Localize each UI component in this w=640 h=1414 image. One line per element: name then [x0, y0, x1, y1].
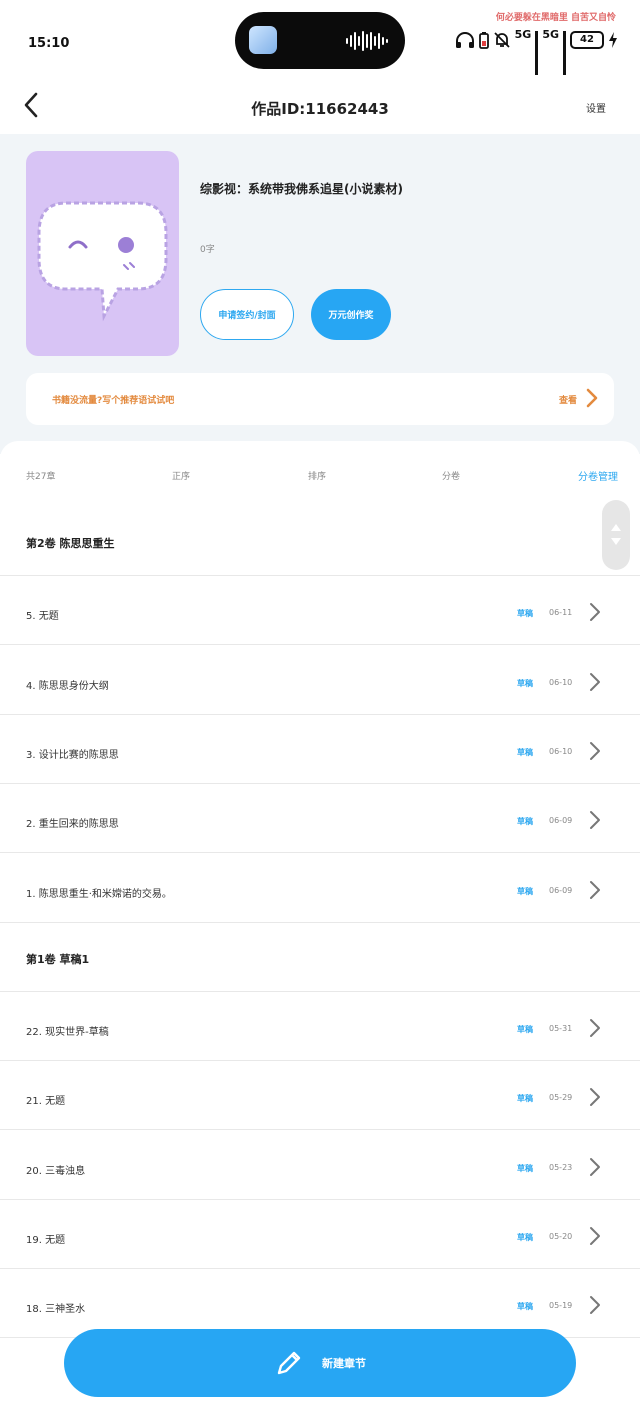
- chapter-row[interactable]: 2. 重生回来的陈思思 草稿 06-09: [0, 784, 640, 854]
- headphones-icon: [455, 32, 474, 48]
- page-title: 作品ID:11662443: [251, 100, 389, 118]
- chevron-right-icon: [586, 388, 598, 408]
- list-toolbar: 共27章 正序 排序 分卷 分卷管理: [0, 441, 640, 507]
- charging-icon: [609, 32, 617, 48]
- chapter-title: 18. 三神圣水: [26, 1304, 86, 1316]
- status-badge: 草稿: [517, 817, 533, 827]
- book-title: 综影视：系统带我佛系追星(小说素材): [200, 182, 403, 196]
- status-badge: 草稿: [517, 747, 533, 757]
- sort-button[interactable]: 排序: [308, 469, 326, 482]
- battery-icon: 42: [570, 31, 604, 49]
- chapter-title: 20. 三毒浊息: [26, 1165, 86, 1177]
- chapter-date: 06-11: [549, 608, 573, 618]
- status-badge: 草稿: [517, 1302, 533, 1312]
- settings-button[interactable]: 设置: [586, 100, 606, 115]
- chapter-date: 05-23: [549, 1162, 573, 1172]
- nav-header: 作品ID:11662443 设置: [0, 80, 640, 134]
- chapter-row[interactable]: 21. 无题 草稿 05-29: [0, 1061, 640, 1131]
- chapter-date: 06-10: [549, 677, 573, 687]
- chapter-count: 共27章: [26, 472, 56, 482]
- chevron-right-icon: [590, 603, 600, 622]
- status-badge: 草稿: [517, 1025, 533, 1035]
- status-time: 15:10: [28, 36, 70, 51]
- audio-wave-icon: [346, 31, 388, 51]
- status-badge: 草稿: [517, 1163, 533, 1173]
- dynamic-island[interactable]: [235, 12, 405, 69]
- status-badge: 草稿: [517, 1094, 533, 1104]
- creation-award-button[interactable]: 万元创作奖: [311, 289, 391, 340]
- promo-view-link[interactable]: 查看: [559, 393, 577, 406]
- status-badge: 草稿: [517, 1233, 533, 1242]
- new-chapter-label: 新建章节: [322, 1357, 366, 1370]
- chapter-row[interactable]: 22. 现实世界-草稿 草稿 05-31: [0, 992, 640, 1062]
- chapter-title: 19. 无题: [26, 1235, 66, 1246]
- chapter-row[interactable]: 3. 设计比赛的陈思思 草稿 06-10: [0, 715, 640, 784]
- signal-icon: [535, 31, 539, 75]
- network-5g-label: 5G: [514, 28, 532, 41]
- split-volume-button[interactable]: 分卷: [442, 469, 460, 482]
- chapter-date: 06-10: [549, 746, 573, 756]
- chapter-title: 4. 陈思思身份大纲: [26, 680, 109, 692]
- chevron-right-icon: [590, 1157, 600, 1176]
- new-chapter-button[interactable]: 新建章节: [64, 1329, 576, 1397]
- battery-saver-icon: [478, 32, 489, 49]
- chapter-date: 05-20: [549, 1232, 573, 1241]
- volume-manage-button[interactable]: 分卷管理: [578, 468, 618, 483]
- chapter-date: 05-29: [549, 1093, 573, 1103]
- chapter-row[interactable]: 20. 三毒浊息 草稿 05-23: [0, 1131, 640, 1200]
- status-bar: 15:10 何必要躲在黑暗里 自苦又自怜 5G 5G 42: [0, 0, 640, 80]
- order-toggle[interactable]: 正序: [172, 469, 190, 482]
- chapter-title: 3. 设计比赛的陈思思: [26, 749, 119, 761]
- book-info-panel: 综影视：系统带我佛系追星(小说素材) 0字 申请签约/封面 万元创作奖 书籍没流…: [0, 134, 640, 454]
- chapter-row[interactable]: 1. 陈思思重生·和米嫦诺的交易。 草稿 06-09: [0, 854, 640, 923]
- chevron-right-icon: [590, 811, 600, 830]
- chevron-right-icon: [590, 741, 600, 760]
- chapter-title: 1. 陈思思重生·和米嫦诺的交易。: [26, 888, 172, 900]
- book-cover-image[interactable]: [26, 151, 179, 356]
- music-app-icon: [249, 26, 277, 54]
- chapter-row[interactable]: 5. 无题 草稿 06-11: [0, 576, 640, 646]
- chapter-date: 05-31: [549, 1024, 573, 1034]
- chapter-title: 5. 无题: [26, 611, 59, 623]
- bell-muted-icon: [493, 32, 510, 48]
- chapter-date: 05-19: [549, 1301, 573, 1311]
- chapter-row[interactable]: 4. 陈思思身份大纲 草稿 06-10: [0, 646, 640, 715]
- signal-icon: [563, 31, 566, 75]
- chapter-row[interactable]: 18. 三神圣水 草稿 05-19: [0, 1269, 640, 1339]
- chapter-title: 21. 无题: [26, 1096, 66, 1108]
- volume-header[interactable]: 第2卷 陈思思重生: [0, 507, 640, 576]
- chapter-title: 22. 现实世界-草稿: [26, 1027, 109, 1039]
- promo-banner[interactable]: 书籍没流量?写个推荐语试试吧 查看: [26, 373, 614, 425]
- chevron-right-icon: [590, 1227, 600, 1245]
- pencil-icon: [277, 1351, 301, 1375]
- chapter-date: 06-09: [549, 816, 573, 826]
- status-icons: 5G 5G 42: [455, 28, 618, 75]
- chapter-list-panel: 共27章 正序 排序 分卷 分卷管理 第2卷 陈思思重生 5. 无题 草稿 06-11…: [0, 441, 640, 1414]
- apply-sign-button[interactable]: 申请签约/封面: [200, 289, 294, 340]
- volume-header[interactable]: 第1卷 草稿1: [0, 923, 640, 992]
- chapter-date: 06-09: [549, 885, 573, 895]
- status-badge: 草稿: [517, 678, 533, 688]
- promo-text: 书籍没流量?写个推荐语试试吧: [52, 396, 175, 406]
- status-notice: 何必要躲在黑暗里 自苦又自怜: [495, 13, 616, 23]
- chevron-right-icon: [590, 880, 600, 899]
- word-count: 0字: [200, 245, 215, 255]
- chevron-right-icon: [590, 1019, 600, 1038]
- chevron-right-icon: [590, 672, 600, 691]
- status-badge: 草稿: [517, 886, 533, 896]
- volume-label: 第2卷 陈思思重生: [26, 537, 115, 550]
- chapter-row[interactable]: 19. 无题 草稿 05-20: [0, 1200, 640, 1269]
- network-5g-label: 5G: [542, 28, 559, 41]
- chat-bubble-icon: [37, 201, 168, 322]
- chevron-right-icon: [590, 1296, 600, 1315]
- chevron-right-icon: [590, 1088, 600, 1107]
- volume-label: 第1卷 草稿1: [26, 952, 90, 966]
- status-badge: 草稿: [517, 609, 533, 619]
- chapter-title: 2. 重生回来的陈思思: [26, 819, 119, 831]
